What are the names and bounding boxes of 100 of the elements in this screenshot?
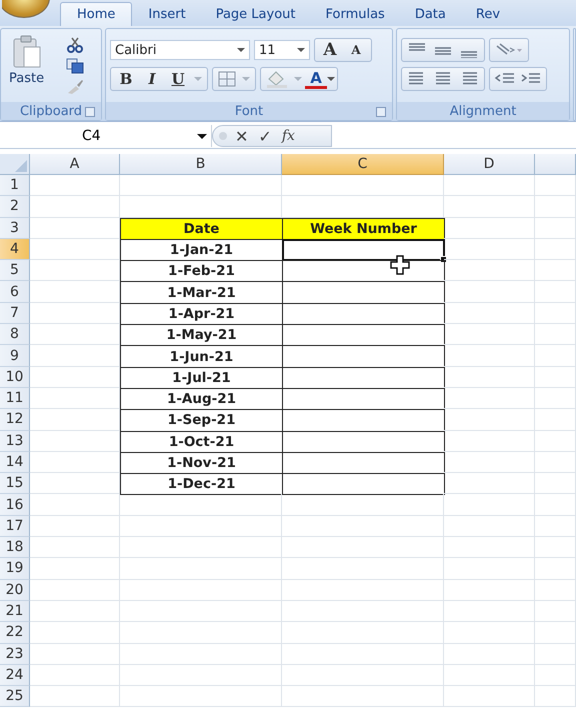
ribbon-tab[interactable]: Page Layout (202, 2, 310, 26)
grid-cell[interactable] (535, 196, 576, 218)
grid-cell[interactable] (282, 686, 444, 708)
grid-cell[interactable] (282, 580, 444, 601)
row-header[interactable]: 8 (0, 324, 30, 346)
grid-cell[interactable] (30, 366, 120, 388)
grid-cell[interactable] (30, 388, 120, 410)
table-cell[interactable] (282, 473, 445, 496)
row-header[interactable]: 7 (0, 302, 30, 324)
grid-cell[interactable] (535, 664, 576, 686)
grid-cell[interactable] (535, 238, 576, 260)
grid-cell[interactable] (444, 664, 535, 686)
grid-cell[interactable] (120, 580, 282, 601)
grid-cell[interactable] (282, 537, 444, 558)
row-header[interactable]: 12 (0, 409, 30, 431)
row-header[interactable]: 25 (0, 686, 30, 708)
row-header[interactable]: 10 (0, 366, 30, 388)
grid-cell[interactable] (30, 260, 120, 282)
format-button[interactable]: B (113, 68, 139, 90)
grid-cell[interactable] (444, 600, 535, 622)
grid-cell[interactable] (282, 664, 444, 686)
grid-cell[interactable] (444, 238, 535, 260)
grid-cell[interactable] (535, 260, 576, 282)
ribbon-tab[interactable]: Data (400, 2, 460, 26)
grid-cell[interactable] (535, 580, 576, 601)
grid-cell[interactable] (444, 516, 535, 538)
grid-cell[interactable] (30, 622, 120, 644)
launcher-icon[interactable] (85, 107, 95, 117)
grid-cell[interactable] (444, 494, 535, 516)
row-header[interactable]: 13 (0, 430, 30, 452)
row-header[interactable]: 24 (0, 664, 30, 686)
grid-cell[interactable] (444, 537, 535, 558)
grid-cell[interactable] (535, 302, 576, 324)
grid-cell[interactable] (30, 452, 120, 474)
borders-icon[interactable] (217, 71, 237, 87)
grid-cell[interactable] (444, 218, 535, 239)
grid-cell[interactable] (282, 600, 444, 622)
row-header[interactable]: 14 (0, 452, 30, 474)
grow-font-button[interactable]: A (317, 39, 343, 61)
row-header[interactable]: 21 (0, 600, 30, 622)
formula-button[interactable]: fx (280, 128, 297, 144)
ribbon-tab[interactable]: Insert (134, 2, 200, 26)
brush-icon[interactable] (66, 79, 84, 95)
column-header[interactable] (535, 154, 576, 175)
grid-cell[interactable] (30, 324, 120, 346)
row-header[interactable]: 20 (0, 580, 30, 601)
grid-cell[interactable] (30, 580, 120, 601)
grid-cell[interactable] (535, 558, 576, 580)
resize-handle-icon[interactable] (219, 132, 227, 140)
grid-cell[interactable] (120, 622, 282, 644)
grid-cell[interactable] (444, 302, 535, 324)
grid-cell[interactable] (535, 537, 576, 558)
grid-cell[interactable] (444, 686, 535, 708)
grid-cell[interactable] (120, 644, 282, 665)
grid-cell[interactable] (120, 600, 282, 622)
grid-cell[interactable] (535, 388, 576, 410)
grid-cell[interactable] (282, 494, 444, 516)
grid-cell[interactable] (535, 473, 576, 494)
row-header[interactable]: 17 (0, 516, 30, 538)
grid-cell[interactable] (30, 473, 120, 494)
grid-cell[interactable] (444, 366, 535, 388)
ribbon-tab[interactable]: Home (60, 2, 132, 26)
grid-cell[interactable] (282, 516, 444, 538)
grid-cell[interactable] (120, 537, 282, 558)
format-button[interactable]: U (165, 68, 191, 90)
shrink-font-button[interactable]: A (343, 39, 369, 61)
grid-cell[interactable] (535, 494, 576, 516)
column-header[interactable]: B (120, 154, 282, 175)
row-header[interactable]: 18 (0, 537, 30, 558)
grid-cell[interactable] (120, 686, 282, 708)
grid-cell[interactable] (282, 558, 444, 580)
grid-cell[interactable] (282, 644, 444, 665)
grid-cell[interactable] (30, 558, 120, 580)
paste-button[interactable]: Paste (5, 33, 48, 102)
select-all-corner[interactable] (0, 154, 30, 175)
format-button[interactable]: I (139, 68, 165, 90)
grid-cell[interactable] (535, 622, 576, 644)
grid-cell[interactable] (30, 516, 120, 538)
column-header[interactable]: A (30, 154, 120, 175)
grid-cell[interactable] (535, 686, 576, 708)
grid-cell[interactable] (120, 516, 282, 538)
grid-cell[interactable] (444, 644, 535, 665)
grid-cell[interactable] (30, 664, 120, 686)
grid-cell[interactable] (30, 238, 120, 260)
row-header[interactable]: 16 (0, 494, 30, 516)
grid-cell[interactable] (535, 175, 576, 196)
row-header[interactable]: 6 (0, 281, 30, 303)
grid-cell[interactable] (444, 473, 535, 494)
font-size-dropdown[interactable]: 11 (254, 40, 310, 60)
grid-cell[interactable] (444, 430, 535, 452)
grid-cell[interactable] (120, 494, 282, 516)
row-header[interactable]: 1 (0, 175, 30, 196)
grid-cell[interactable] (535, 600, 576, 622)
grid-cell[interactable] (30, 644, 120, 665)
grid-cell[interactable] (535, 452, 576, 474)
grid-cell[interactable] (120, 558, 282, 580)
grid-cell[interactable] (444, 324, 535, 346)
grid-cell[interactable] (282, 622, 444, 644)
row-header[interactable]: 4 (0, 238, 30, 260)
grid-cell[interactable] (444, 622, 535, 644)
